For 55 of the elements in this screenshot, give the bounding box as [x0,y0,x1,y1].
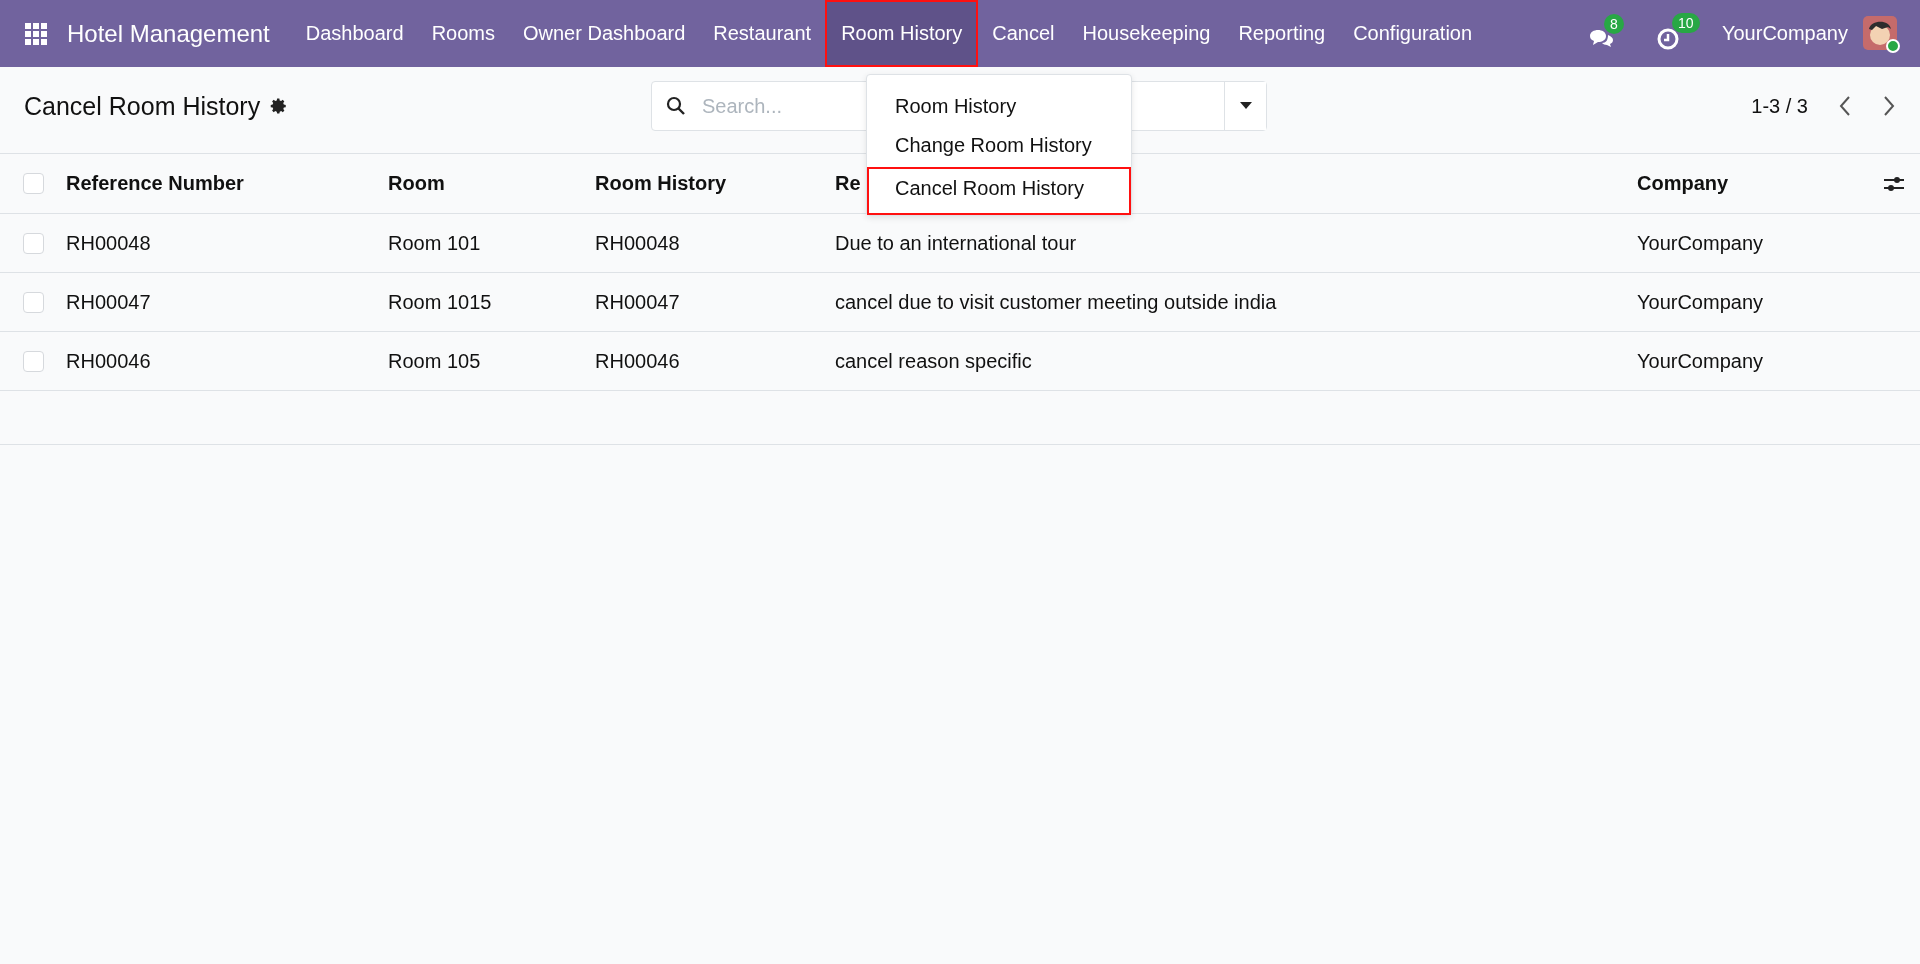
activities-button[interactable]: 10 [1656,12,1704,55]
settings-icon[interactable] [270,97,289,115]
dropdown-item[interactable]: Cancel Room History [867,167,1131,215]
column-header[interactable]: Room History [595,172,727,194]
table-cell: RH00048 [595,231,680,254]
table-cell: RH00047 [595,290,680,313]
pager-value[interactable]: 1-3 / 3 [1751,94,1808,118]
dropdown-item[interactable]: Room History [867,89,1131,128]
nav-menu-item[interactable]: Dashboard [291,0,418,67]
table-cell: RH00046 [595,349,680,372]
table-cell: cancel due to visit customer meeting outside india [835,290,1277,313]
page-title: Cancel Room History [24,91,261,121]
column-settings-icon[interactable] [1884,174,1904,193]
dropdown-item[interactable]: Change Room History [867,128,1131,167]
table-cell: Room 1015 [388,290,492,313]
nav-menu-item[interactable]: Housekeeping [1068,0,1225,67]
clock-icon [1656,26,1680,51]
messages-button[interactable]: 8 [1588,13,1638,54]
company-switcher[interactable]: YourCompany [1722,22,1848,45]
table-cell: RH00047 [66,290,151,313]
table-cell: YourCompany [1637,349,1763,372]
table-cell: cancel reason specific [835,349,1032,372]
user-avatar[interactable] [1862,14,1900,53]
column-header[interactable]: Re [835,172,861,194]
table-cell: RH00048 [66,231,151,254]
nav-menu-item[interactable]: Owner Dashboard [509,0,700,67]
caret-icon [1239,102,1252,110]
table-cell: Room 101 [388,231,481,254]
table-cell: Room 105 [388,349,481,372]
chat-icon [1588,27,1614,50]
column-header[interactable]: Room [388,172,445,194]
nav-menu-item[interactable]: Configuration [1339,0,1487,67]
column-header[interactable]: Reference Number [66,172,244,194]
nav-menu-item[interactable]: Reporting [1224,0,1340,67]
count-badge: 8 [1604,13,1624,34]
row-checkbox[interactable] [23,350,44,372]
app-title[interactable]: Hotel Management [67,19,270,48]
nav-menu-item[interactable]: Cancel [978,0,1069,67]
nav-menu-item[interactable]: Rooms [417,0,509,67]
row-checkbox[interactable] [23,291,44,313]
app-grid-icon[interactable] [25,22,47,45]
search-options-toggle[interactable] [1224,82,1266,130]
select-all-checkbox[interactable] [23,173,44,194]
nav-menu-item[interactable]: Room History [825,0,979,67]
next-icon[interactable] [1882,95,1896,117]
table-cell: YourCompany [1637,231,1763,254]
table-cell: RH00046 [66,349,151,372]
column-header[interactable]: Company [1637,172,1729,194]
row-checkbox[interactable] [23,232,44,254]
table-cell: YourCompany [1637,290,1763,313]
previous-icon[interactable] [1838,95,1852,117]
count-badge: 10 [1672,12,1700,33]
table-cell: Due to an international tour [835,231,1077,254]
nav-menu-item[interactable]: Restaurant [699,0,826,67]
search-icon [666,96,686,116]
